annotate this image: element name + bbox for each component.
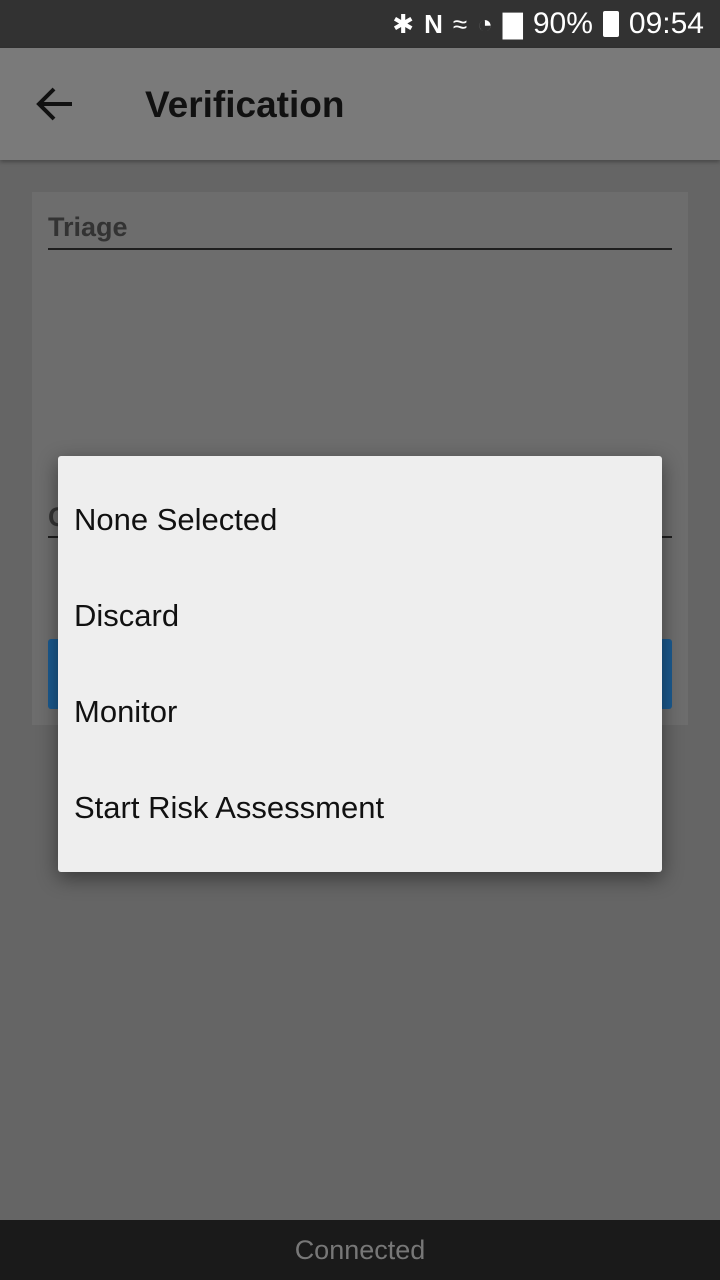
triage-underline <box>48 248 672 250</box>
battery-percent: 90% <box>532 7 593 40</box>
wifi-icon: ◔ <box>477 8 493 39</box>
option-monitor[interactable]: Monitor <box>58 664 662 760</box>
triage-options-dialog: None Selected Discard Monitor Start Risk… <box>58 456 662 872</box>
connection-status: Connected <box>294 1234 426 1265</box>
battery-icon <box>602 11 619 37</box>
option-discard[interactable]: Discard <box>58 568 662 664</box>
app-bar: Verification <box>0 48 720 160</box>
nfc-icon: N <box>424 8 443 39</box>
arrow-left-icon <box>36 87 72 121</box>
back-button[interactable] <box>36 86 76 122</box>
option-none-selected[interactable]: None Selected <box>58 472 662 568</box>
bluetooth-icon: ✱ <box>392 8 415 39</box>
triage-label: Triage <box>48 212 128 242</box>
status-bar: ✱ N ≈ ◔ ▇ 90% 09:54 <box>0 0 720 48</box>
vibrate-icon: ≈ <box>452 8 468 39</box>
connection-status-bar: Connected <box>0 1220 720 1280</box>
clock: 09:54 <box>628 7 704 40</box>
option-start-risk-assessment[interactable]: Start Risk Assessment <box>58 760 662 856</box>
page-title: Verification <box>145 84 345 125</box>
signal-icon: ▇ <box>502 8 523 39</box>
